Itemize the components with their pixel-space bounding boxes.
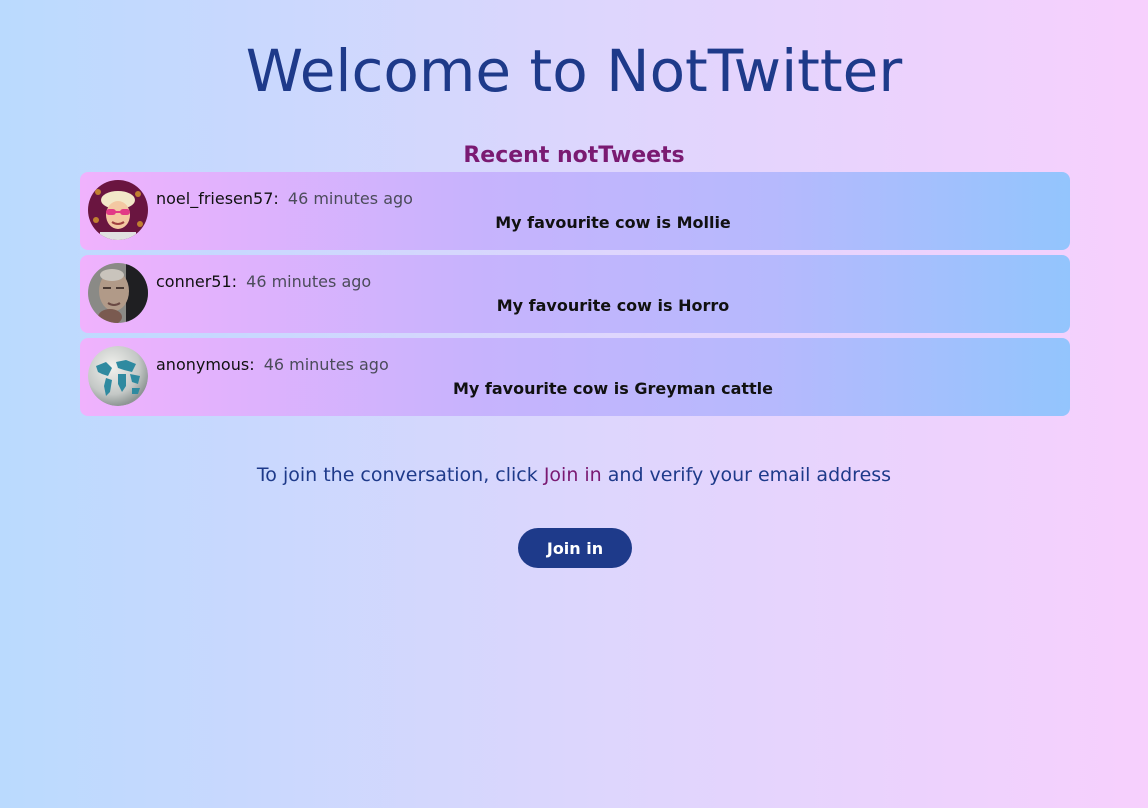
tweet-text: My favourite cow is Mollie — [495, 213, 731, 232]
tweet-meta: noel_friesen57: 46 minutes ago — [156, 188, 413, 210]
tweet-text: My favourite cow is Greyman cattle — [453, 379, 773, 398]
tweet-timestamp: 46 minutes ago — [246, 272, 372, 291]
tweet-card: anonymous: 46 minutes ago My favourite c… — [80, 338, 1070, 416]
tweet-card: noel_friesen57: 46 minutes ago My favour… — [80, 172, 1070, 250]
join-prompt: To join the conversation, click Join in … — [0, 462, 1148, 488]
tweet-text: My favourite cow is Horro — [496, 296, 730, 315]
page-title: Welcome to NotTwitter — [245, 37, 903, 105]
globe-icon[interactable] — [88, 346, 148, 406]
tweet-feed: noel_friesen57: 46 minutes ago My favour… — [80, 172, 1070, 421]
tweet-meta: anonymous: 46 minutes ago — [156, 354, 389, 376]
tweet-username[interactable]: anonymous: — [156, 355, 255, 374]
tweet-username[interactable]: noel_friesen57: — [156, 189, 279, 208]
join-in-button[interactable]: Join in — [518, 528, 632, 568]
tweet-username[interactable]: conner51: — [156, 272, 237, 291]
tweet-meta: conner51: 46 minutes ago — [156, 271, 371, 293]
recent-tweets-heading: Recent notTweets — [463, 143, 685, 168]
join-in-link[interactable]: Join in — [544, 464, 602, 486]
join-prompt-text: To join the conversation, click — [256, 464, 544, 486]
tweet-timestamp: 46 minutes ago — [287, 189, 413, 208]
user-avatar[interactable] — [88, 180, 148, 240]
tweet-card: conner51: 46 minutes ago My favourite co… — [80, 255, 1070, 333]
tweet-timestamp: 46 minutes ago — [263, 355, 389, 374]
user-avatar[interactable] — [88, 263, 148, 323]
join-prompt-text-end: and verify your email address — [601, 464, 892, 486]
